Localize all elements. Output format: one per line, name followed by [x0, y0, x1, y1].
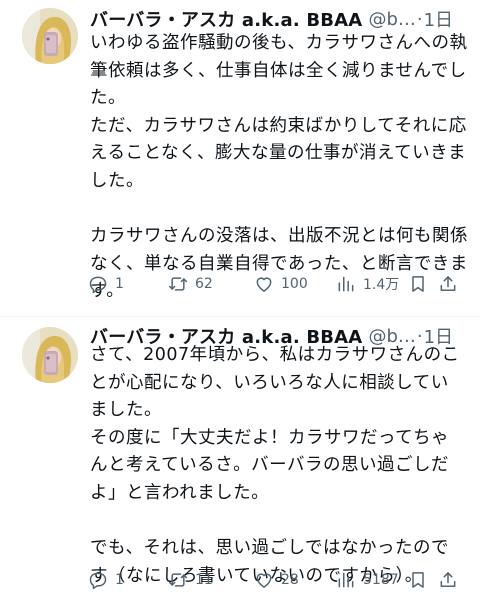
bar-chart-icon [338, 276, 354, 292]
share-button[interactable] [438, 566, 458, 594]
display-name[interactable]: バーバラ・アスカ a.k.a. BBAA [90, 6, 362, 32]
tweet-text-line: いわゆる盗作騒動の後も、カラサワさんへの執 [90, 33, 468, 53]
action-bar: 1 11 28 5187 [86, 566, 466, 594]
bar-chart-icon [338, 572, 354, 588]
speech-bubble-icon [89, 572, 107, 590]
repost-button[interactable]: 62 [168, 270, 213, 298]
tweet[interactable]: バーバラ・アスカ a.k.a. BBAA @b… · 1日 さて、2007年頃か… [0, 318, 480, 602]
repost-icon [168, 573, 188, 587]
views-button[interactable]: 5187 [336, 566, 399, 594]
reply-button[interactable]: 1 [88, 566, 124, 594]
tweet-text-line: カラサワさんの没落は、出版不況とは何も関係 [90, 226, 468, 247]
views-count: 1.4万 [363, 277, 400, 293]
tweet-text-line: えることなく、膨大な量の仕事が消えていきま [90, 143, 467, 164]
avatar[interactable] [22, 327, 78, 383]
share-button[interactable] [438, 270, 458, 298]
speech-bubble-icon [89, 276, 107, 294]
tweet-text: さて、2007年頃から、私はカラサワさんのこ とが心配になり、いろいろな人に相談… [90, 342, 475, 590]
tweet-text-line: 筆依頼は多く、仕事自体は全く減りませんでし [90, 60, 467, 81]
bookmark-button[interactable] [408, 566, 428, 594]
repost-icon [168, 277, 188, 291]
tweet-text-line: した。 [90, 170, 144, 191]
tweet-text-line: よ」と言われました。 [90, 482, 270, 503]
share-icon [440, 276, 456, 291]
handle[interactable]: @b… [368, 9, 415, 30]
tweet-divider [0, 316, 480, 317]
repost-button[interactable]: 11 [168, 566, 213, 594]
like-button[interactable]: 100 [254, 270, 308, 298]
like-button[interactable]: 28 [254, 566, 299, 594]
heart-icon [256, 573, 272, 588]
reply-button[interactable]: 1 [88, 270, 124, 298]
tweet-text-line: とが心配になり、いろいろな人に相談してい [90, 372, 449, 393]
tweet[interactable]: バーバラ・アスカ a.k.a. BBAA @b… · 1日 いわゆる盗作騒動の後… [0, 0, 480, 318]
tweet-text-line: んと考えているさ。バーバラの思い過ごしだ [90, 455, 449, 476]
like-count: 28 [281, 572, 299, 588]
views-count: 5187 [363, 572, 399, 588]
tweet-text-line: た。 [90, 88, 126, 109]
tweet-text: いわゆる盗作騒動の後も、カラサワさんへの執 筆依頼は多く、仕事自体は全く減りませ… [90, 30, 475, 306]
action-bar: 1 62 100 1.4万 [86, 270, 466, 298]
repost-count: 11 [195, 572, 213, 588]
tweet-text-line: ただ、カラサワさんは約束ばかりしてそれに応 [90, 115, 467, 136]
tweet-text-line: ました。 [90, 400, 162, 421]
separator-dot: · [416, 8, 423, 30]
avatar[interactable] [22, 8, 78, 64]
reply-count: 1 [115, 276, 124, 292]
tweet-text-line: でも、それは、思い過ごしではなかったので [90, 538, 449, 559]
views-button[interactable]: 1.4万 [336, 270, 399, 298]
tweet-text-line: その度に「大丈夫だよ！カラサワだってちゃ [90, 427, 450, 448]
tweet-text-line: さて、2007年頃から、私はカラサワさんのこ [90, 345, 460, 365]
timestamp[interactable]: 1日 [424, 6, 453, 32]
bookmark-icon [412, 572, 424, 588]
heart-icon [256, 277, 272, 292]
bookmark-button[interactable] [408, 270, 428, 298]
like-count: 100 [281, 276, 308, 292]
reply-count: 1 [115, 572, 124, 588]
share-icon [440, 572, 456, 587]
bookmark-icon [412, 276, 424, 292]
repost-count: 62 [195, 276, 213, 292]
